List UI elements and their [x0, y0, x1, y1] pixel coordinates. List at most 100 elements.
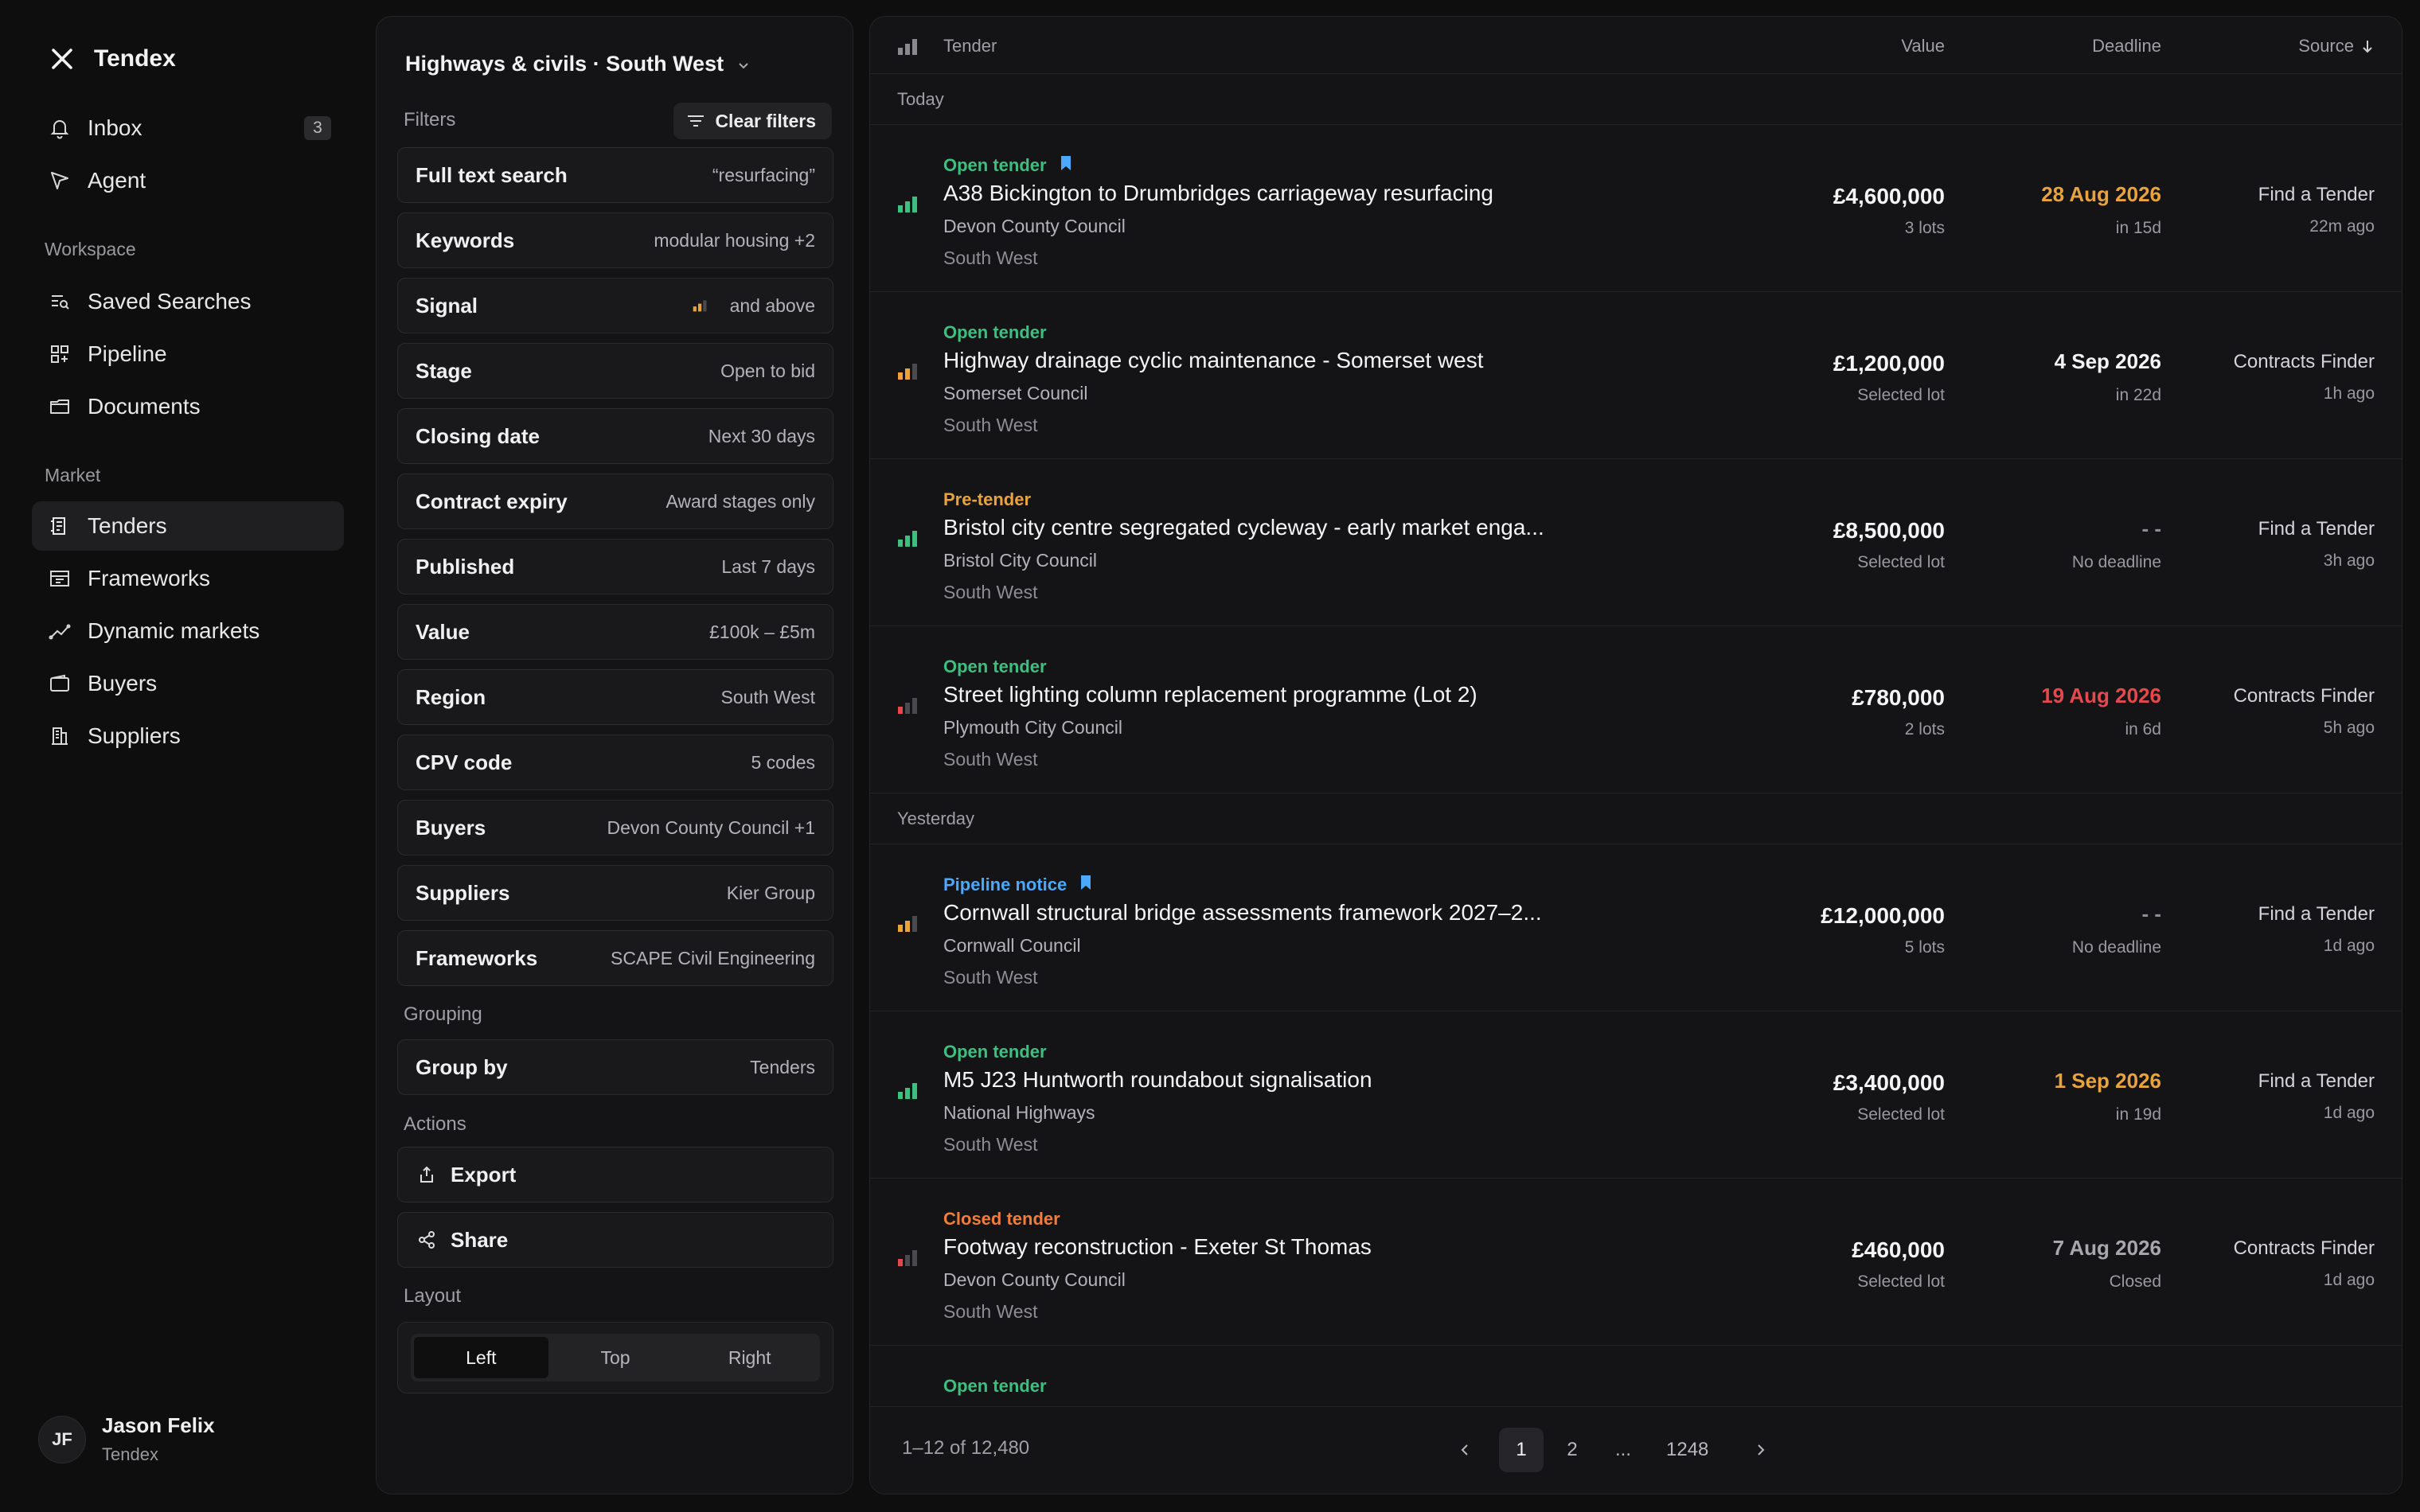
- tender-buyer[interactable]: National Highways: [943, 1102, 1095, 1124]
- filter-row-region[interactable]: Region South West: [397, 669, 833, 725]
- tender-title[interactable]: Bristol city centre segregated cycleway …: [943, 515, 1544, 540]
- tender-source[interactable]: Find a Tender: [2258, 184, 2375, 206]
- filter-row-suppliers[interactable]: Suppliers Kier Group: [397, 865, 833, 921]
- page-last-button[interactable]: 1248: [1657, 1428, 1718, 1472]
- nav-item-agent[interactable]: Agent: [32, 156, 344, 205]
- tender-source[interactable]: Contracts Finder: [2234, 351, 2375, 373]
- filter-value-text: and above: [729, 294, 815, 316]
- filter-value: Devon County Council +1: [607, 817, 815, 839]
- filter-row-value[interactable]: Value £100k – £5m: [397, 604, 833, 660]
- column-header-value[interactable]: Value: [1901, 36, 1945, 57]
- nav-item-suppliers[interactable]: Suppliers: [32, 711, 344, 761]
- nav-item-documents[interactable]: Documents: [32, 382, 344, 431]
- bookmark-icon[interactable]: [1060, 155, 1072, 176]
- tender-title[interactable]: Street lighting column replacement progr…: [943, 682, 1477, 707]
- tender-buyer[interactable]: Plymouth City Council: [943, 717, 1122, 738]
- frameworks-icon: [46, 565, 73, 592]
- signal-icon[interactable]: [897, 37, 918, 59]
- tender-source[interactable]: Find a Tender: [2258, 1070, 2375, 1093]
- layout-left-button[interactable]: Left: [414, 1337, 548, 1378]
- tender-title[interactable]: Highway drainage cyclic maintenance - So…: [943, 348, 1484, 373]
- filter-value: Open to bid: [720, 360, 815, 382]
- tender-deadline: - -: [2141, 516, 2161, 540]
- tender-value: £460,000: [1852, 1237, 1945, 1262]
- layout-top-button[interactable]: Top: [548, 1337, 683, 1378]
- pagination: 1–12 of 12,480 1 2 ... 1248: [870, 1406, 2402, 1494]
- clear-filters-label: Clear filters: [715, 110, 816, 131]
- nav-item-tenders[interactable]: Tenders: [32, 501, 344, 551]
- brand[interactable]: Tendex: [45, 40, 176, 78]
- tender-buyer[interactable]: Devon County Council: [943, 1269, 1126, 1291]
- wallet-icon: [46, 670, 73, 697]
- tender-row[interactable]: Closed tender Footway reconstruction - E…: [870, 1179, 2402, 1346]
- filter-row-published[interactable]: Published Last 7 days: [397, 539, 833, 594]
- nav-item-buyers[interactable]: Buyers: [32, 659, 344, 708]
- filter-value: modular housing +2: [654, 230, 815, 251]
- tender-row[interactable]: Pipeline notice Cornwall structural brid…: [870, 844, 2402, 1011]
- nav-item-dynamic-markets[interactable]: Dynamic markets: [32, 606, 344, 656]
- status-badge: Open tender: [943, 1042, 1047, 1062]
- tender-deadline: - -: [2141, 902, 2161, 926]
- tender-source[interactable]: Contracts Finder: [2234, 685, 2375, 707]
- folder-icon: [46, 393, 73, 420]
- column-header-source[interactable]: Source: [2298, 36, 2375, 57]
- filter-row-full-text-search[interactable]: Full text search “resurfacing”: [397, 147, 833, 203]
- nav-item-frameworks[interactable]: Frameworks: [32, 554, 344, 603]
- tender-source[interactable]: Find a Tender: [2258, 903, 2375, 926]
- tender-source[interactable]: Find a Tender: [2258, 518, 2375, 540]
- prev-page-button[interactable]: [1443, 1428, 1488, 1472]
- column-header-deadline[interactable]: Deadline: [2092, 36, 2161, 57]
- signal-strength-icon: [897, 195, 918, 216]
- tender-buyer[interactable]: Devon County Council: [943, 216, 1126, 237]
- clear-filters-button[interactable]: Clear filters: [673, 103, 832, 139]
- filter-row-closing-date[interactable]: Closing date Next 30 days: [397, 408, 833, 464]
- user-profile[interactable]: JF Jason Felix Tendex: [38, 1413, 215, 1465]
- filter-row-frameworks[interactable]: Frameworks SCAPE Civil Engineering: [397, 930, 833, 986]
- filter-row-keywords[interactable]: Keywords modular housing +2: [397, 212, 833, 268]
- tender-title[interactable]: Cornwall structural bridge assessments f…: [943, 900, 1542, 926]
- tender-title[interactable]: A38 Bickington to Drumbridges carriagewa…: [943, 181, 1493, 206]
- tender-buyer[interactable]: Cornwall Council: [943, 935, 1081, 957]
- share-button[interactable]: Share: [397, 1212, 833, 1268]
- tender-source[interactable]: Contracts Finder: [2234, 1237, 2375, 1260]
- next-page-button[interactable]: [1738, 1428, 1782, 1472]
- tender-row[interactable]: Open tender A38 Bickington to Drumbridge…: [870, 125, 2402, 292]
- page-2-button[interactable]: 2: [1550, 1428, 1594, 1472]
- filter-row-stage[interactable]: Stage Open to bid: [397, 343, 833, 399]
- nav-item-saved-searches[interactable]: Saved Searches: [32, 277, 344, 326]
- tender-title[interactable]: M5 J23 Huntworth roundabout signalisatio…: [943, 1067, 1372, 1093]
- nav-item-inbox[interactable]: Inbox 3: [32, 103, 344, 153]
- tender-row[interactable]: Open tender M5 J23 Huntworth roundabout …: [870, 1011, 2402, 1179]
- filter-value-text: £100k – £5m: [709, 621, 815, 642]
- tender-row[interactable]: Pre-tender Bristol city centre segregate…: [870, 459, 2402, 626]
- tender-lots: 3 lots: [1904, 219, 1945, 237]
- tender-lots: 2 lots: [1904, 720, 1945, 738]
- filter-row-cpv-code[interactable]: CPV code 5 codes: [397, 735, 833, 790]
- filter-row-buyers[interactable]: Buyers Devon County Council +1: [397, 800, 833, 855]
- signal-strength-icon: [897, 914, 918, 936]
- tender-row[interactable]: Open tender Highway drainage cyclic main…: [870, 292, 2402, 459]
- grouping-section-label: Grouping: [404, 1003, 482, 1025]
- nav-item-pipeline[interactable]: Pipeline: [32, 329, 344, 379]
- tender-deadline: 4 Sep 2026: [2054, 349, 2161, 373]
- close-icon[interactable]: [45, 41, 80, 76]
- filter-row-group-by[interactable]: Group by Tenders: [397, 1039, 833, 1095]
- filter-row-signal[interactable]: Signal and above: [397, 278, 833, 333]
- tender-buyer[interactable]: Somerset Council: [943, 383, 1088, 404]
- tender-buyer[interactable]: Bristol City Council: [943, 550, 1097, 571]
- column-header-tender[interactable]: Tender: [943, 36, 997, 57]
- tender-deadline: 1 Sep 2026: [2054, 1069, 2161, 1093]
- saved-search-selector[interactable]: Highways & civils · South West: [405, 52, 752, 76]
- status-label: Open tender: [943, 657, 1047, 676]
- status-label: Open tender: [943, 322, 1047, 342]
- filter-row-contract-expiry[interactable]: Contract expiry Award stages only: [397, 473, 833, 529]
- layout-right-button[interactable]: Right: [682, 1337, 817, 1378]
- building-icon: [46, 723, 73, 750]
- bookmark-icon[interactable]: [1079, 875, 1092, 895]
- page-1-button[interactable]: 1: [1499, 1428, 1544, 1472]
- filter-value: Next 30 days: [708, 426, 815, 447]
- tender-title[interactable]: Footway reconstruction - Exeter St Thoma…: [943, 1234, 1372, 1260]
- tender-row[interactable]: Open tender Street lighting column repla…: [870, 626, 2402, 793]
- export-button[interactable]: Export: [397, 1147, 833, 1202]
- tenders-icon: [46, 512, 73, 540]
